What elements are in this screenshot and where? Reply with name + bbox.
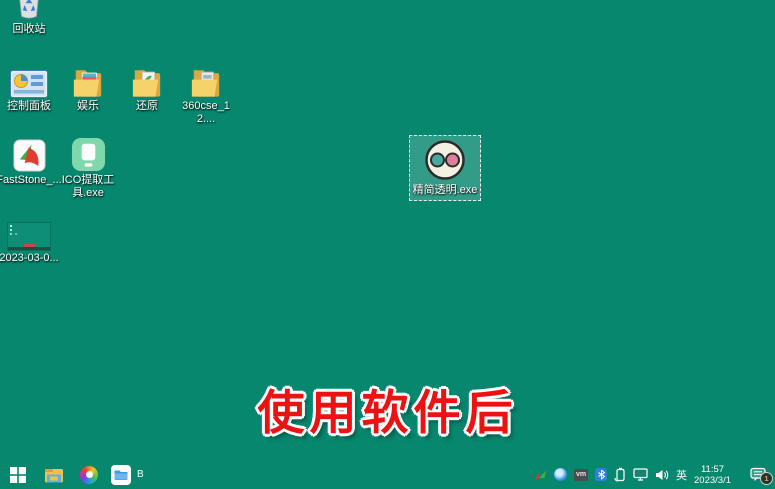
file-explorer-button[interactable]	[36, 460, 71, 489]
browser-pinwheel-icon	[80, 466, 98, 484]
network-display-icon[interactable]	[633, 468, 648, 481]
bluetooth-icon[interactable]	[595, 468, 607, 481]
goggles-icon	[423, 138, 467, 182]
notification-count-badge: 1	[760, 472, 773, 485]
image-thumbnail	[8, 218, 50, 250]
desktop-icon-screenshot-file[interactable]: 2023-03-0...	[0, 218, 63, 265]
app-b-icon	[111, 465, 131, 485]
icon-label: 还原	[136, 100, 158, 113]
taskbar-left-group: B	[0, 460, 144, 489]
usb-device-icon[interactable]	[614, 467, 626, 482]
system-tray: vm	[534, 460, 767, 489]
desktop-icon-ico-tool[interactable]: ICO提取工具.exe	[54, 138, 122, 200]
icon-label: ICO提取工具.exe	[55, 174, 121, 200]
folder-icon	[72, 64, 104, 98]
app-b-label: B	[137, 469, 144, 480]
icon-label: 控制面板	[7, 100, 51, 113]
thumbnail-taskbar	[8, 247, 50, 250]
vm-label: vm	[576, 471, 586, 478]
ico-tool-icon	[71, 138, 106, 172]
folder-icon	[190, 64, 222, 98]
icon-label: 360cse_12....	[173, 100, 239, 126]
faststone-icon	[13, 138, 46, 172]
action-center-button[interactable]: 1	[750, 467, 767, 482]
folder-icon	[131, 64, 163, 98]
clock-time: 11:57	[694, 464, 731, 475]
icon-label: FastStone_...	[0, 174, 62, 187]
browser-button[interactable]	[71, 460, 107, 489]
clock-date: 2023/3/1	[694, 475, 731, 486]
recycle-bin-icon	[15, 0, 43, 21]
volume-icon[interactable]	[655, 469, 669, 481]
vmware-tray-icon[interactable]: vm	[574, 469, 588, 481]
app-b-button[interactable]: B	[111, 460, 144, 489]
windows-logo-icon	[10, 467, 26, 483]
icon-label: 回收站	[13, 23, 46, 36]
icon-label: 精简透明.exe	[413, 184, 478, 197]
desktop-icon-selected-app[interactable]: 精简透明.exe	[409, 135, 481, 201]
icon-label: 2023-03-0...	[0, 252, 59, 265]
desktop-icon-folder-entertainment[interactable]: 娱乐	[54, 64, 122, 113]
input-language-indicator[interactable]: 英	[676, 467, 687, 483]
faststone-tray-icon[interactable]	[534, 469, 547, 480]
file-explorer-icon	[44, 466, 64, 484]
desktop-icon-folder-restore[interactable]: 还原	[113, 64, 181, 113]
desktop-icon-recycle-bin[interactable]: 回收站	[0, 0, 63, 36]
start-button[interactable]	[0, 460, 36, 489]
icon-label: 娱乐	[77, 100, 99, 113]
annotation-caption: 使用软件后	[0, 374, 775, 443]
taskbar-clock[interactable]: 11:57 2023/3/1	[694, 464, 731, 486]
thumbnail-red-mark	[24, 244, 35, 247]
blue-app-tray-icon[interactable]	[554, 468, 567, 481]
control-panel-icon	[10, 64, 48, 98]
taskbar: B vm	[0, 460, 775, 489]
desktop-icon-folder-360cse[interactable]: 360cse_12....	[172, 64, 240, 126]
desktop: 回收站 控制面板 娱乐	[0, 0, 775, 489]
thumbnail-content	[10, 225, 12, 227]
